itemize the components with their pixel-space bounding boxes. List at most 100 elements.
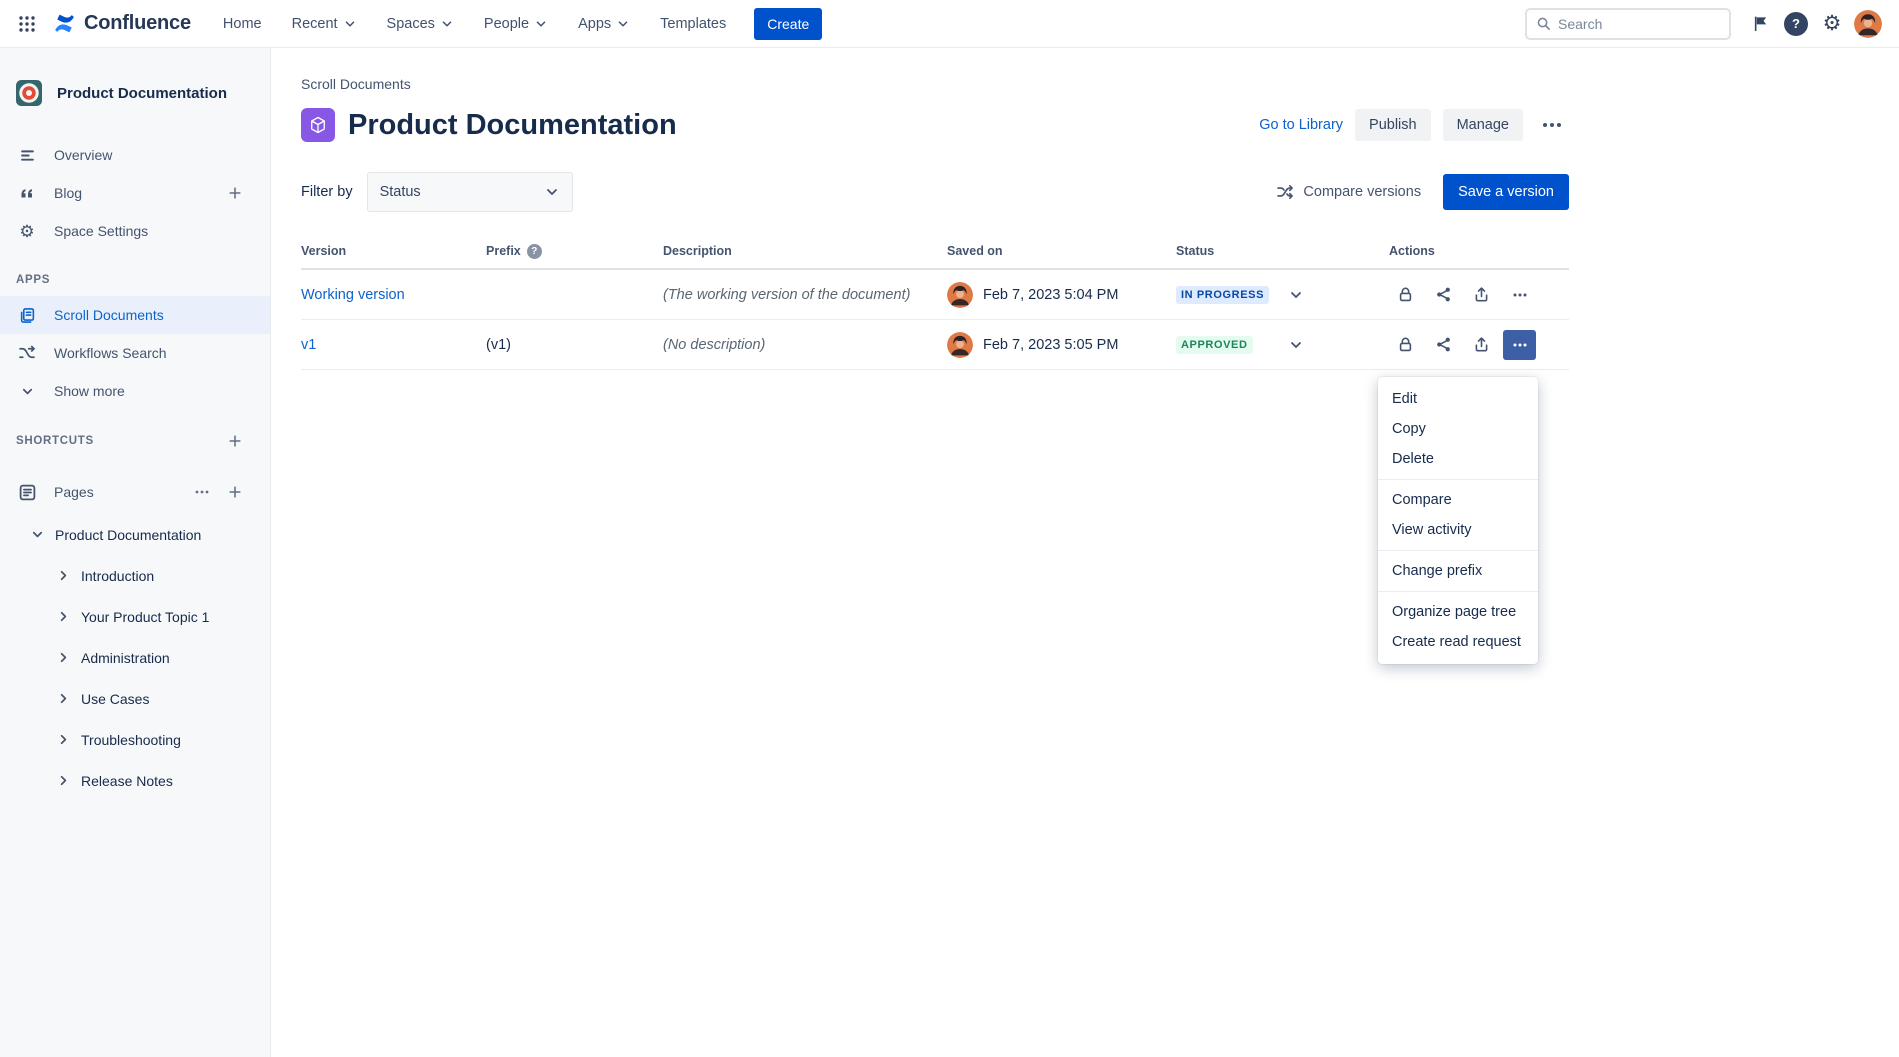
app-body: Product Documentation Overview Blog ⚙ Sp… (0, 48, 1899, 1057)
add-page-button[interactable] (228, 485, 242, 499)
chevron-right-icon[interactable] (56, 609, 71, 624)
table-header-row: Version Prefix ? Description Saved on St… (301, 234, 1569, 270)
page-tree-item-your-product-topic-1[interactable]: Your Product Topic 1 (0, 596, 270, 637)
status-badge: IN PROGRESS (1176, 286, 1269, 304)
search-icon (1536, 16, 1551, 31)
menu-group-page-tree: Organize page tree Create read request (1378, 591, 1538, 662)
lock-button[interactable] (1389, 330, 1422, 360)
sidebar-item-pages[interactable]: Pages (0, 470, 270, 514)
row-more-button-active[interactable] (1503, 330, 1536, 360)
row-more-button[interactable] (1503, 280, 1536, 310)
status-dropdown-chevron[interactable] (1288, 337, 1304, 353)
user-avatar (947, 282, 973, 308)
breadcrumb[interactable]: Scroll Documents (301, 76, 411, 92)
page-tree-item-release-notes[interactable]: Release Notes (0, 760, 270, 801)
export-button[interactable] (1465, 330, 1498, 360)
prefix-help-icon[interactable]: ? (527, 244, 542, 259)
sidebar-item-blog[interactable]: Blog (0, 174, 270, 212)
shortcuts-section-header: SHORTCUTS (0, 410, 270, 458)
page-title: Product Documentation (348, 109, 677, 142)
filter-toolbar: Filter by Status Compare versions Save a… (301, 172, 1569, 212)
publish-button[interactable]: Publish (1355, 109, 1431, 141)
add-shortcut-button[interactable] (228, 434, 242, 448)
confluence-logo[interactable]: Confluence (52, 11, 191, 36)
sidebar-item-scroll-documents[interactable]: Scroll Documents (0, 296, 270, 334)
col-saved-on: Saved on (947, 244, 1176, 258)
user-avatar (1854, 10, 1882, 38)
nav-people[interactable]: People (470, 7, 562, 41)
help-button[interactable]: ? (1779, 7, 1813, 41)
create-button[interactable]: Create (754, 8, 822, 40)
search-input[interactable] (1558, 16, 1720, 32)
chevron-right-icon[interactable] (56, 568, 71, 583)
add-blog-button[interactable] (228, 186, 242, 200)
profile-button[interactable] (1851, 7, 1885, 41)
lock-button[interactable] (1389, 280, 1422, 310)
app-switcher-button[interactable] (10, 7, 44, 41)
page-tree-root[interactable]: Product Documentation (0, 514, 270, 555)
sidebar-item-workflows-search[interactable]: Workflows Search (0, 334, 270, 372)
manage-button[interactable]: Manage (1443, 109, 1523, 141)
chevron-right-icon[interactable] (56, 732, 71, 747)
status-dropdown-chevron[interactable] (1288, 287, 1304, 303)
chevron-right-icon[interactable] (56, 691, 71, 706)
nav-templates[interactable]: Templates (646, 7, 740, 41)
space-header[interactable]: Product Documentation (0, 80, 270, 106)
chevron-down-icon[interactable] (30, 527, 45, 542)
export-icon (1473, 336, 1490, 353)
global-search[interactable] (1525, 8, 1731, 40)
pages-icon (16, 483, 38, 502)
chevron-right-icon[interactable] (56, 773, 71, 788)
menu-item-organize-page-tree[interactable]: Organize page tree (1378, 597, 1538, 627)
menu-item-delete[interactable]: Delete (1378, 444, 1538, 474)
page-tree-item-introduction[interactable]: Introduction (0, 555, 270, 596)
menu-item-edit[interactable]: Edit (1378, 384, 1538, 414)
settings-button[interactable]: ⚙ (1815, 7, 1849, 41)
nav-spaces[interactable]: Spaces (373, 7, 468, 41)
chevron-right-icon[interactable] (56, 650, 71, 665)
chevron-down-icon (616, 17, 630, 31)
pages-more-button[interactable] (194, 484, 210, 500)
page-tree-item-administration[interactable]: Administration (0, 637, 270, 678)
version-link[interactable]: Working version (301, 287, 405, 303)
menu-group-compare: Compare View activity (1378, 479, 1538, 550)
nav-apps[interactable]: Apps (564, 7, 644, 41)
description-cell: (No description) (663, 337, 947, 353)
nav-home[interactable]: Home (209, 7, 276, 41)
page-tree-item-use-cases[interactable]: Use Cases (0, 678, 270, 719)
nav-recent[interactable]: Recent (278, 7, 371, 41)
chevron-down-icon (534, 17, 548, 31)
menu-item-view-activity[interactable]: View activity (1378, 515, 1538, 545)
go-to-library-link[interactable]: Go to Library (1259, 117, 1343, 133)
version-link[interactable]: v1 (301, 337, 316, 353)
menu-item-compare[interactable]: Compare (1378, 485, 1538, 515)
status-badge: APPROVED (1176, 336, 1253, 354)
export-button[interactable] (1465, 280, 1498, 310)
sidebar-item-space-settings[interactable]: ⚙ Space Settings (0, 212, 270, 250)
description-cell: (The working version of the document) (663, 287, 947, 303)
table-row: Working version (The working version of … (301, 270, 1569, 320)
space-sidebar: Product Documentation Overview Blog ⚙ Sp… (0, 48, 271, 1057)
page-more-button[interactable] (1535, 108, 1569, 142)
table-row: v1 (v1) (No description) Feb 7, 2023 5:0… (301, 320, 1569, 370)
menu-item-change-prefix[interactable]: Change prefix (1378, 556, 1538, 586)
export-icon (1473, 286, 1490, 303)
sidebar-item-overview[interactable]: Overview (0, 136, 270, 174)
menu-item-copy[interactable]: Copy (1378, 414, 1538, 444)
share-button[interactable] (1427, 280, 1460, 310)
menu-group-prefix: Change prefix (1378, 550, 1538, 591)
lock-icon (1397, 286, 1414, 303)
compare-versions-button[interactable]: Compare versions (1276, 183, 1421, 201)
notifications-button[interactable] (1743, 7, 1777, 41)
status-filter-select[interactable]: Status (367, 172, 573, 212)
ellipsis-icon (1512, 287, 1528, 303)
share-button[interactable] (1427, 330, 1460, 360)
notification-flag-icon (1752, 15, 1769, 32)
main-content: Scroll Documents Product Documentation G… (271, 48, 1899, 1057)
sidebar-item-show-more[interactable]: Show more (0, 372, 270, 410)
page-header: Product Documentation Go to Library Publ… (301, 108, 1569, 142)
page-tree-item-troubleshooting[interactable]: Troubleshooting (0, 719, 270, 760)
prefix-cell: (v1) (486, 337, 663, 353)
menu-item-create-read-request[interactable]: Create read request (1378, 627, 1538, 657)
save-a-version-button[interactable]: Save a version (1443, 174, 1569, 210)
